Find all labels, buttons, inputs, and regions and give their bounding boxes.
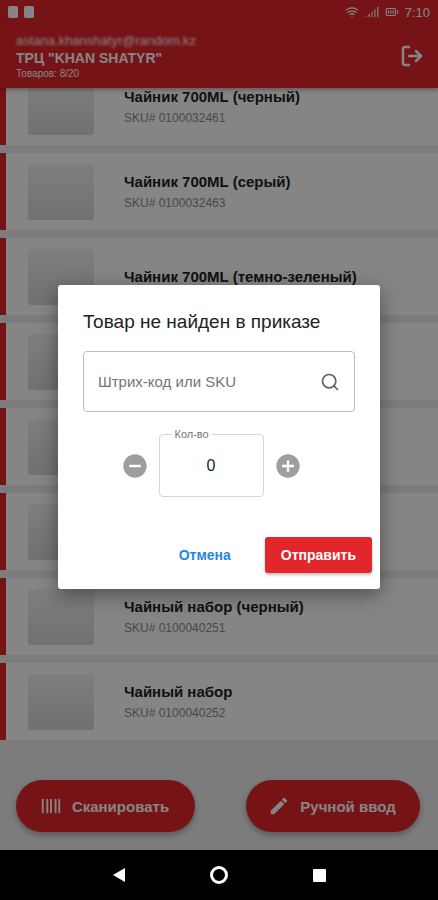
main: 7:10astana.khanshatyr@random.kzТРЦ "KHAN… <box>0 0 438 850</box>
quantity-label: Кол-во <box>172 428 212 440</box>
dialog-title: Товар не найден в приказе <box>83 311 372 333</box>
search-input[interactable] <box>96 372 312 391</box>
search-field <box>83 351 355 412</box>
minus-icon[interactable] <box>121 452 149 480</box>
quantity-value: 0 <box>207 457 216 475</box>
home-icon[interactable] <box>210 866 228 884</box>
quantity-field[interactable]: Кол-во0 <box>159 434 264 497</box>
search-icon[interactable] <box>320 372 340 392</box>
screen: 7:10astana.khanshatyr@random.kzТРЦ "KHAN… <box>0 0 438 900</box>
recents-icon[interactable] <box>313 869 326 882</box>
quantity-stepper: Кол-во0 <box>83 434 339 497</box>
plus-icon[interactable] <box>274 452 302 480</box>
submit-button[interactable]: Отправить <box>265 537 372 573</box>
nav-bar <box>0 850 438 900</box>
dialog-buttons: Отмена Отправить <box>83 537 372 573</box>
dialog: Товар не найден в приказеКол-во0ОтменаОт… <box>58 285 380 589</box>
dialog-overlay[interactable]: Товар не найден в приказеКол-во0ОтменаОт… <box>0 0 438 850</box>
back-icon[interactable] <box>113 868 125 882</box>
cancel-button[interactable]: Отмена <box>163 537 247 573</box>
